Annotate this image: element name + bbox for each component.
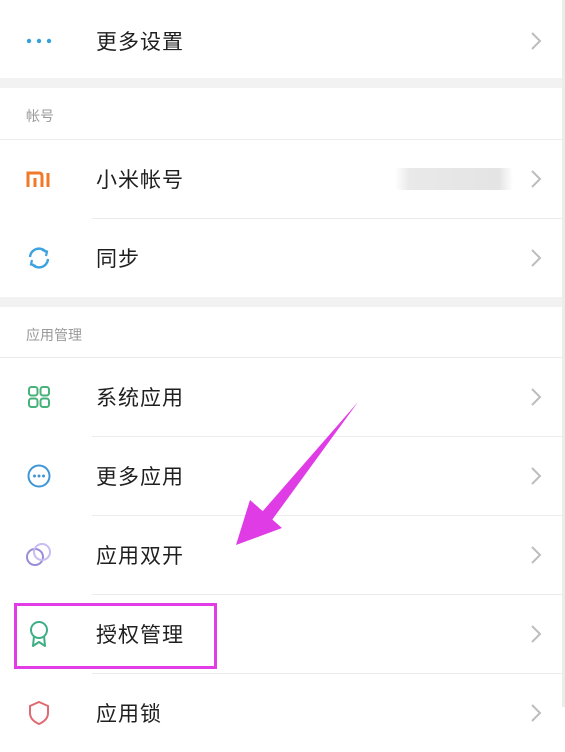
dual-circle-icon: [22, 538, 56, 572]
section-gap: [0, 297, 565, 307]
chevron-right-icon: [531, 546, 542, 564]
chevron-right-icon: [531, 704, 542, 722]
account-value-blurred: [395, 168, 513, 190]
row-system-apps[interactable]: 系统应用: [0, 358, 565, 436]
chevron-right-icon: [531, 249, 542, 267]
section-gap: [0, 78, 565, 88]
chevron-right-icon: [531, 32, 542, 50]
section-title-account: 帐号: [26, 109, 54, 125]
mi-logo-icon: [22, 162, 56, 196]
more-circle-icon: [22, 459, 56, 493]
chevron-right-icon: [531, 467, 542, 485]
mi-account-label: 小米帐号: [96, 168, 184, 192]
sync-icon: [22, 241, 56, 275]
row-mi-account[interactable]: 小米帐号: [0, 140, 565, 218]
row-app-lock[interactable]: 应用锁: [0, 674, 565, 752]
highlight-box: [14, 603, 217, 669]
more-apps-label: 更多应用: [96, 465, 184, 489]
system-apps-label: 系统应用: [96, 386, 184, 410]
chevron-right-icon: [531, 388, 542, 406]
chevron-right-icon: [531, 170, 542, 188]
app-lock-label: 应用锁: [96, 702, 162, 726]
sync-label: 同步: [96, 247, 140, 271]
dual-apps-label: 应用双开: [96, 544, 184, 568]
shield-icon: [22, 696, 56, 730]
grid-icon: [22, 380, 56, 414]
row-dual-apps[interactable]: 应用双开: [0, 516, 565, 594]
more-dots-icon: [22, 24, 56, 58]
row-sync[interactable]: 同步: [0, 219, 565, 297]
settings-screen: 更多设置 帐号 小米帐号 同步 应用管理 系统应用 更多应用 应用双开 授权管理…: [0, 0, 565, 752]
more-settings-label: 更多设置: [96, 30, 184, 54]
chevron-right-icon: [531, 625, 542, 643]
row-more-settings[interactable]: 更多设置: [0, 2, 565, 80]
row-more-apps[interactable]: 更多应用: [0, 437, 565, 515]
section-title-app-management: 应用管理: [26, 328, 82, 344]
